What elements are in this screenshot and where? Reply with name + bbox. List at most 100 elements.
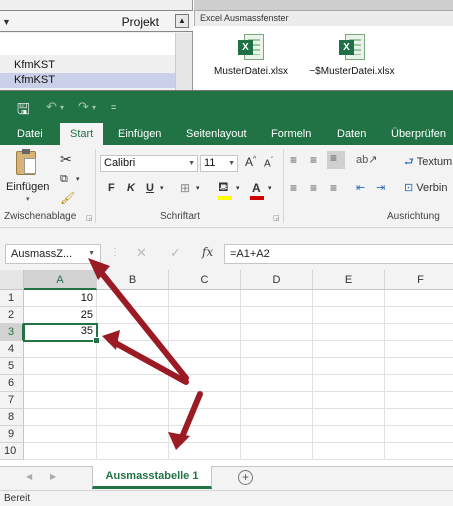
paste-dropdown-icon[interactable]: ▾ (26, 195, 30, 203)
grid-cell[interactable] (385, 324, 453, 341)
grid-cell[interactable] (385, 375, 453, 392)
grid-cell[interactable] (169, 392, 241, 409)
row-header-7[interactable]: 7 (0, 392, 24, 409)
format-painter-icon[interactable]: 🖌 (60, 191, 75, 205)
grid-cell[interactable] (313, 290, 385, 307)
insert-function-button[interactable]: fx (202, 245, 213, 259)
grid-cell[interactable] (241, 443, 313, 460)
cell-a3-active[interactable]: 35 (23, 323, 100, 344)
tab-start[interactable]: Start (60, 123, 104, 145)
wrap-text-button[interactable]: ⮐ Textum (404, 153, 452, 172)
align-left-icon[interactable]: ≡ (290, 181, 297, 195)
column-header-e[interactable]: E (313, 270, 385, 290)
fill-color-dropdown-icon[interactable]: ▾ (236, 184, 240, 192)
font-color-dropdown-icon[interactable]: ▾ (268, 184, 272, 192)
grid-cell[interactable] (169, 324, 241, 341)
grid-cell[interactable] (385, 409, 453, 426)
grid-cell[interactable] (169, 290, 241, 307)
grid-cell[interactable] (385, 358, 453, 375)
grid-cell[interactable] (169, 443, 241, 460)
row-header-1[interactable]: 1 (0, 290, 24, 307)
grid-cell[interactable] (169, 358, 241, 375)
formula-bar-grip-icon[interactable]: ⋮ (110, 247, 120, 258)
select-all-corner[interactable] (0, 270, 24, 290)
merge-button[interactable]: ⊡ Verbin (404, 181, 447, 194)
row-header-8[interactable]: 8 (0, 409, 24, 426)
underline-dropdown-icon[interactable]: ▾ (160, 184, 164, 192)
grid-cell[interactable] (24, 341, 97, 358)
project-list-scrollbar[interactable] (175, 33, 192, 90)
decrease-indent-icon[interactable]: ⇤ (356, 181, 365, 194)
tab-daten[interactable]: Daten (337, 123, 366, 145)
cell-a2[interactable]: 25 (24, 307, 97, 324)
grid-cell[interactable] (97, 341, 169, 358)
row-header-2[interactable]: 2 (0, 307, 24, 324)
undo-icon[interactable]: ↶ (46, 99, 57, 115)
tab-einfuegen[interactable]: Einfügen (118, 123, 161, 145)
grid-cell[interactable] (241, 341, 313, 358)
grid-cell[interactable] (313, 341, 385, 358)
sheet-tab-ausmasstabelle[interactable]: Ausmasstabelle 1 (92, 466, 212, 489)
grid-cell[interactable] (169, 307, 241, 324)
grid-cell[interactable] (313, 392, 385, 409)
row-header-9[interactable]: 9 (0, 426, 24, 443)
row-header-10[interactable]: 10 (0, 443, 24, 460)
cut-icon[interactable]: ✂ (60, 151, 72, 168)
grid-cell[interactable] (313, 375, 385, 392)
column-header-f[interactable]: F (385, 270, 453, 290)
font-launcher-icon[interactable]: ◲ (273, 214, 280, 222)
grid-cell[interactable] (169, 341, 241, 358)
grid-cell[interactable] (97, 290, 169, 307)
grid-cell[interactable] (97, 324, 169, 341)
grid-cell[interactable] (385, 341, 453, 358)
fill-color-icon[interactable]: ⛾ (218, 179, 229, 197)
grid-cell[interactable] (313, 358, 385, 375)
grid-cell[interactable] (313, 409, 385, 426)
align-middle-icon[interactable]: ≡ (310, 153, 317, 167)
confirm-formula-icon[interactable]: ✓ (170, 245, 181, 261)
grid-cell[interactable] (169, 375, 241, 392)
grid-cell[interactable] (313, 307, 385, 324)
column-header-b[interactable]: B (97, 270, 169, 290)
grid-cell[interactable] (24, 409, 97, 426)
grid-cell[interactable] (24, 443, 97, 460)
grid-cell[interactable] (313, 443, 385, 460)
grid-cell[interactable] (385, 307, 453, 324)
project-column-header[interactable]: Projekt (122, 15, 159, 29)
redo-icon[interactable]: ↷ (78, 99, 89, 115)
grid-cell[interactable] (385, 426, 453, 443)
row-header-4[interactable]: 4 (0, 341, 24, 358)
grid-cell[interactable] (313, 426, 385, 443)
grid-cell[interactable] (97, 443, 169, 460)
grid-cell[interactable] (313, 324, 385, 341)
save-icon[interactable]: 🖫 (17, 99, 30, 124)
file-item-temp-musterdatei[interactable]: X ~$MusterDatei.xlsx (302, 34, 402, 77)
underline-button[interactable]: U (146, 182, 154, 194)
grid-cell[interactable] (241, 375, 313, 392)
align-bottom-icon[interactable]: ≡ (327, 151, 345, 169)
tab-seitenlayout[interactable]: Seitenlayout (186, 123, 247, 145)
grid-cell[interactable] (385, 392, 453, 409)
file-item-musterdatei[interactable]: X MusterDatei.xlsx (208, 34, 294, 77)
copy-icon[interactable]: ⧉ (60, 173, 68, 186)
tab-ueberpruefen[interactable]: Überprüfen (391, 123, 446, 145)
align-center-icon[interactable]: ≡ (310, 181, 317, 195)
row-header-5[interactable]: 5 (0, 358, 24, 375)
redo-dropdown-icon[interactable]: ▾ (92, 103, 96, 112)
borders-dropdown-icon[interactable]: ▾ (196, 184, 200, 192)
column-header-d[interactable]: D (241, 270, 313, 290)
grid-cell[interactable] (241, 324, 313, 341)
project-list-item-selected[interactable]: KfmKST (0, 73, 176, 88)
grid-cell[interactable] (241, 426, 313, 443)
row-header-6[interactable]: 6 (0, 375, 24, 392)
align-right-icon[interactable]: ≡ (330, 181, 337, 195)
grid-cell[interactable] (169, 426, 241, 443)
italic-button[interactable]: K (127, 182, 135, 194)
tab-formeln[interactable]: Formeln (271, 123, 311, 145)
project-list-header[interactable]: ▼ Projekt ▲ (0, 10, 193, 32)
grid-cell[interactable] (24, 358, 97, 375)
column-header-c[interactable]: C (169, 270, 241, 290)
tab-datei[interactable]: Datei (17, 123, 43, 145)
project-list-item[interactable]: KfmKST (0, 58, 176, 73)
grid-cell[interactable] (97, 375, 169, 392)
